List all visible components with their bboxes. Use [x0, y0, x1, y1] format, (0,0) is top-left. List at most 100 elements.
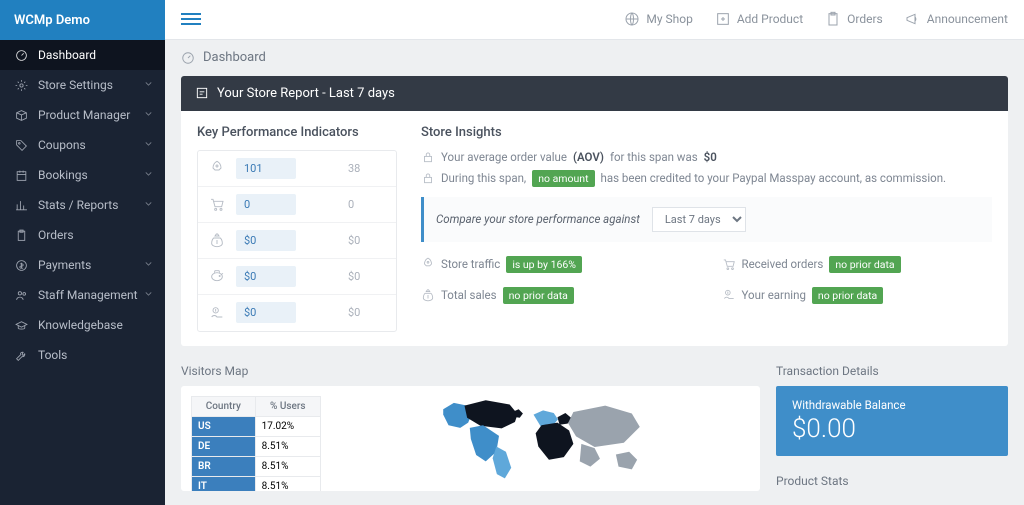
tag-icon	[15, 139, 28, 152]
topbar-link-add-product[interactable]: Add Product	[715, 11, 803, 27]
sidebar-item-label: Payments	[38, 258, 91, 272]
sidebar: WCMp Demo Dashboard Store SettingsProduct…	[0, 0, 165, 505]
clipboard-icon	[825, 11, 841, 27]
handmoney-icon	[722, 288, 736, 302]
kpi-current: 0	[236, 194, 296, 215]
kpi-row: 10138	[198, 151, 396, 187]
topbar-link-label: Orders	[847, 12, 883, 26]
country-table: Country % Users US17.02%DE8.51%BR8.51%IT…	[191, 396, 321, 491]
report-body: Key Performance Indicators 1013800$0$0$0…	[181, 111, 1008, 346]
country-code: DE	[192, 436, 256, 456]
cart-icon	[209, 196, 225, 212]
main-area: My ShopAdd ProductOrdersAnnouncement Das…	[165, 0, 1024, 505]
kpi-current: $0	[236, 230, 296, 251]
piggy-icon	[209, 268, 225, 284]
visitors-section: Visitors Map Country % Users US17.02%DE8…	[181, 364, 760, 491]
sidebar-item-knowledgebase[interactable]: Knowledgebase	[0, 310, 165, 340]
kpi-section: Key Performance Indicators 1013800$0$0$0…	[197, 125, 397, 332]
sidebar-item-dashboard[interactable]: Dashboard	[0, 40, 165, 70]
kpi-previous: 0	[348, 198, 388, 211]
topbar: My Shop Add Product Orders Announcement	[165, 0, 1024, 40]
compare-label: Compare your store performance against	[436, 212, 640, 226]
topbar-link-my-shop[interactable]: My Shop	[624, 11, 692, 27]
menu-toggle-icon[interactable]	[181, 10, 201, 28]
transaction-title: Transaction Details	[776, 364, 1008, 378]
metric-badge: no prior data	[503, 287, 574, 304]
commission-post: has been credited to your Paypal Masspay…	[601, 171, 947, 185]
balance-amount: $0.00	[792, 414, 992, 444]
product-stats-title: Product Stats	[776, 474, 1008, 488]
topbar-link-label: My Shop	[646, 12, 692, 26]
moneybag-icon	[209, 232, 225, 248]
sidebar-item-payments[interactable]: Payments	[0, 250, 165, 280]
kpi-current: $0	[236, 302, 296, 323]
aov-line: Your average order value (AOV) for this …	[421, 150, 992, 164]
sidebar-item-coupons[interactable]: Coupons	[0, 130, 165, 160]
megaphone-icon	[905, 11, 921, 27]
sidebar-item-label: Stats / Reports	[38, 198, 118, 212]
metric-item: Received orders no prior data	[722, 256, 993, 273]
metric-item: Your earning no prior data	[722, 287, 993, 304]
kpi-title: Key Performance Indicators	[197, 125, 397, 140]
metric-label: Your earning	[742, 288, 806, 302]
country-code: IT	[192, 476, 256, 491]
lock-icon	[421, 171, 435, 185]
topbar-link-label: Add Product	[737, 12, 803, 26]
metric-badge: no prior data	[812, 287, 883, 304]
topbar-link-orders[interactable]: Orders	[825, 11, 883, 27]
topbar-links: My Shop Add Product Orders Announcement	[624, 11, 1008, 27]
sidebar-item-bookings[interactable]: Bookings	[0, 160, 165, 190]
users-icon	[15, 289, 28, 302]
report-icon	[195, 86, 209, 100]
commission-pre: During this span,	[441, 171, 526, 185]
moneybag-icon	[421, 288, 435, 302]
aov-abbr: (AOV)	[573, 150, 604, 164]
brand-logo: WCMp Demo	[0, 0, 165, 40]
kpi-previous: $0	[348, 306, 388, 319]
sidebar-item-label: Dashboard	[38, 48, 96, 62]
visitors-card: Country % Users US17.02%DE8.51%BR8.51%IT…	[181, 386, 760, 491]
sidebar-item-tools[interactable]: Tools	[0, 340, 165, 370]
chevron-down-icon	[142, 77, 155, 90]
kpi-previous: 38	[348, 162, 388, 175]
sidebar-item-stats-reports[interactable]: Stats / Reports	[0, 190, 165, 220]
sidebar-item-label: Tools	[38, 348, 67, 362]
rocket-icon	[209, 160, 225, 176]
content: Your Store Report - Last 7 days Key Perf…	[165, 76, 1024, 505]
chevron-down-icon	[142, 197, 155, 210]
metrics-grid: Store traffic is up by 166%Received orde…	[421, 256, 992, 310]
sidebar-item-store-settings[interactable]: Store Settings	[0, 70, 165, 100]
gear-icon	[15, 79, 28, 92]
sidebar-item-staff-management[interactable]: Staff Management	[0, 280, 165, 310]
gauge-icon	[15, 49, 28, 62]
compare-select[interactable]: Last 7 days	[652, 207, 746, 232]
report-header: Your Store Report - Last 7 days	[181, 76, 1008, 111]
balance-card: Withdrawable Balance $0.00	[776, 386, 1008, 456]
gauge-icon	[181, 51, 195, 65]
aov-text-mid: for this span was	[610, 150, 698, 164]
world-map[interactable]	[333, 396, 750, 481]
country-code: US	[192, 416, 256, 436]
chevron-down-icon	[142, 167, 155, 180]
metric-item: Total sales no prior data	[421, 287, 692, 304]
kpi-previous: $0	[348, 270, 388, 283]
kpi-previous: $0	[348, 234, 388, 247]
lock-icon	[421, 150, 435, 164]
sidebar-item-label: Coupons	[38, 138, 86, 152]
add-box-icon	[715, 11, 731, 27]
sidebar-item-orders[interactable]: Orders	[0, 220, 165, 250]
sidebar-item-label: Staff Management	[38, 288, 138, 302]
table-row: IT8.51%	[192, 476, 321, 491]
country-pct: 17.02%	[255, 416, 320, 436]
report-title: Your Store Report - Last 7 days	[217, 86, 395, 101]
dollar-icon	[15, 259, 28, 272]
cart-icon	[722, 257, 736, 271]
kpi-row: 00	[198, 187, 396, 223]
kpi-current: $0	[236, 266, 296, 287]
sidebar-item-product-manager[interactable]: Product Manager	[0, 100, 165, 130]
topbar-link-announcement[interactable]: Announcement	[905, 11, 1008, 27]
table-col-users: % Users	[255, 396, 320, 416]
wrench-icon	[15, 349, 28, 362]
kpi-row: $0 $0	[198, 223, 396, 259]
rocket-icon	[421, 257, 435, 271]
